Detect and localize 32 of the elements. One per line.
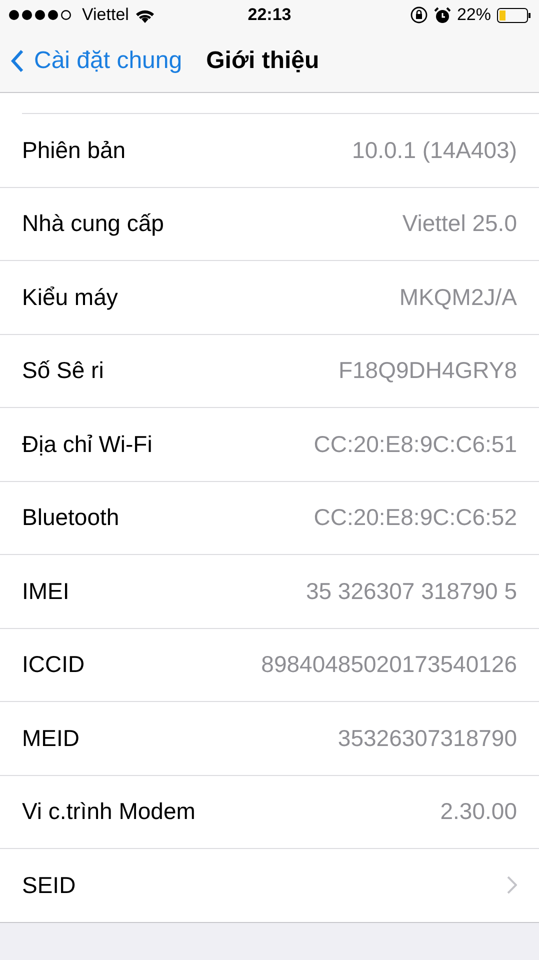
row-label: Địa chỉ Wi-Fi xyxy=(22,430,152,458)
row-value: Viettel 25.0 xyxy=(402,210,517,238)
row-value: CC:20:E8:9C:C6:52 xyxy=(314,504,517,532)
alarm-icon xyxy=(434,6,451,24)
row-value: 35 326307 318790 5 xyxy=(306,578,517,605)
back-chevron-icon xyxy=(10,49,24,73)
row-label: Nhà cung cấp xyxy=(22,210,164,238)
row-value: F18Q9DH4GRY8 xyxy=(338,357,517,384)
row-label: Vi c.trình Modem xyxy=(22,798,196,826)
row-value: 35326307318790 xyxy=(338,724,517,752)
row-label: MEID xyxy=(22,724,80,752)
row-value: 89840485020173540126 xyxy=(261,651,517,678)
row-label: Kiểu máy xyxy=(22,284,118,311)
row-label: IMEI xyxy=(22,578,70,605)
row-label: Bluetooth xyxy=(22,504,120,532)
row-label: Số Sê ri xyxy=(22,357,104,384)
list-item[interactable]: SEID xyxy=(0,849,539,922)
battery-icon xyxy=(497,8,531,22)
wifi-icon xyxy=(134,8,155,22)
row-label: Phiên bản xyxy=(22,136,126,164)
battery-percent: 22% xyxy=(456,5,491,25)
page-title: Giới thiệu xyxy=(206,47,320,75)
rotation-lock-icon xyxy=(410,6,428,24)
clock-time: 22:13 xyxy=(248,5,292,25)
row-value: CC:20:E8:9C:C6:51 xyxy=(314,430,517,458)
back-button[interactable]: Cài đặt chung xyxy=(10,47,182,75)
row-value: 10.0.1 (14A403) xyxy=(352,136,517,164)
row-label: ICCID xyxy=(22,651,85,678)
chevron-icon xyxy=(507,876,517,894)
carrier-name: Viettel xyxy=(82,5,129,25)
row-value: 2.30.00 xyxy=(440,798,517,826)
row-value: MKQM2J/A xyxy=(399,284,517,311)
